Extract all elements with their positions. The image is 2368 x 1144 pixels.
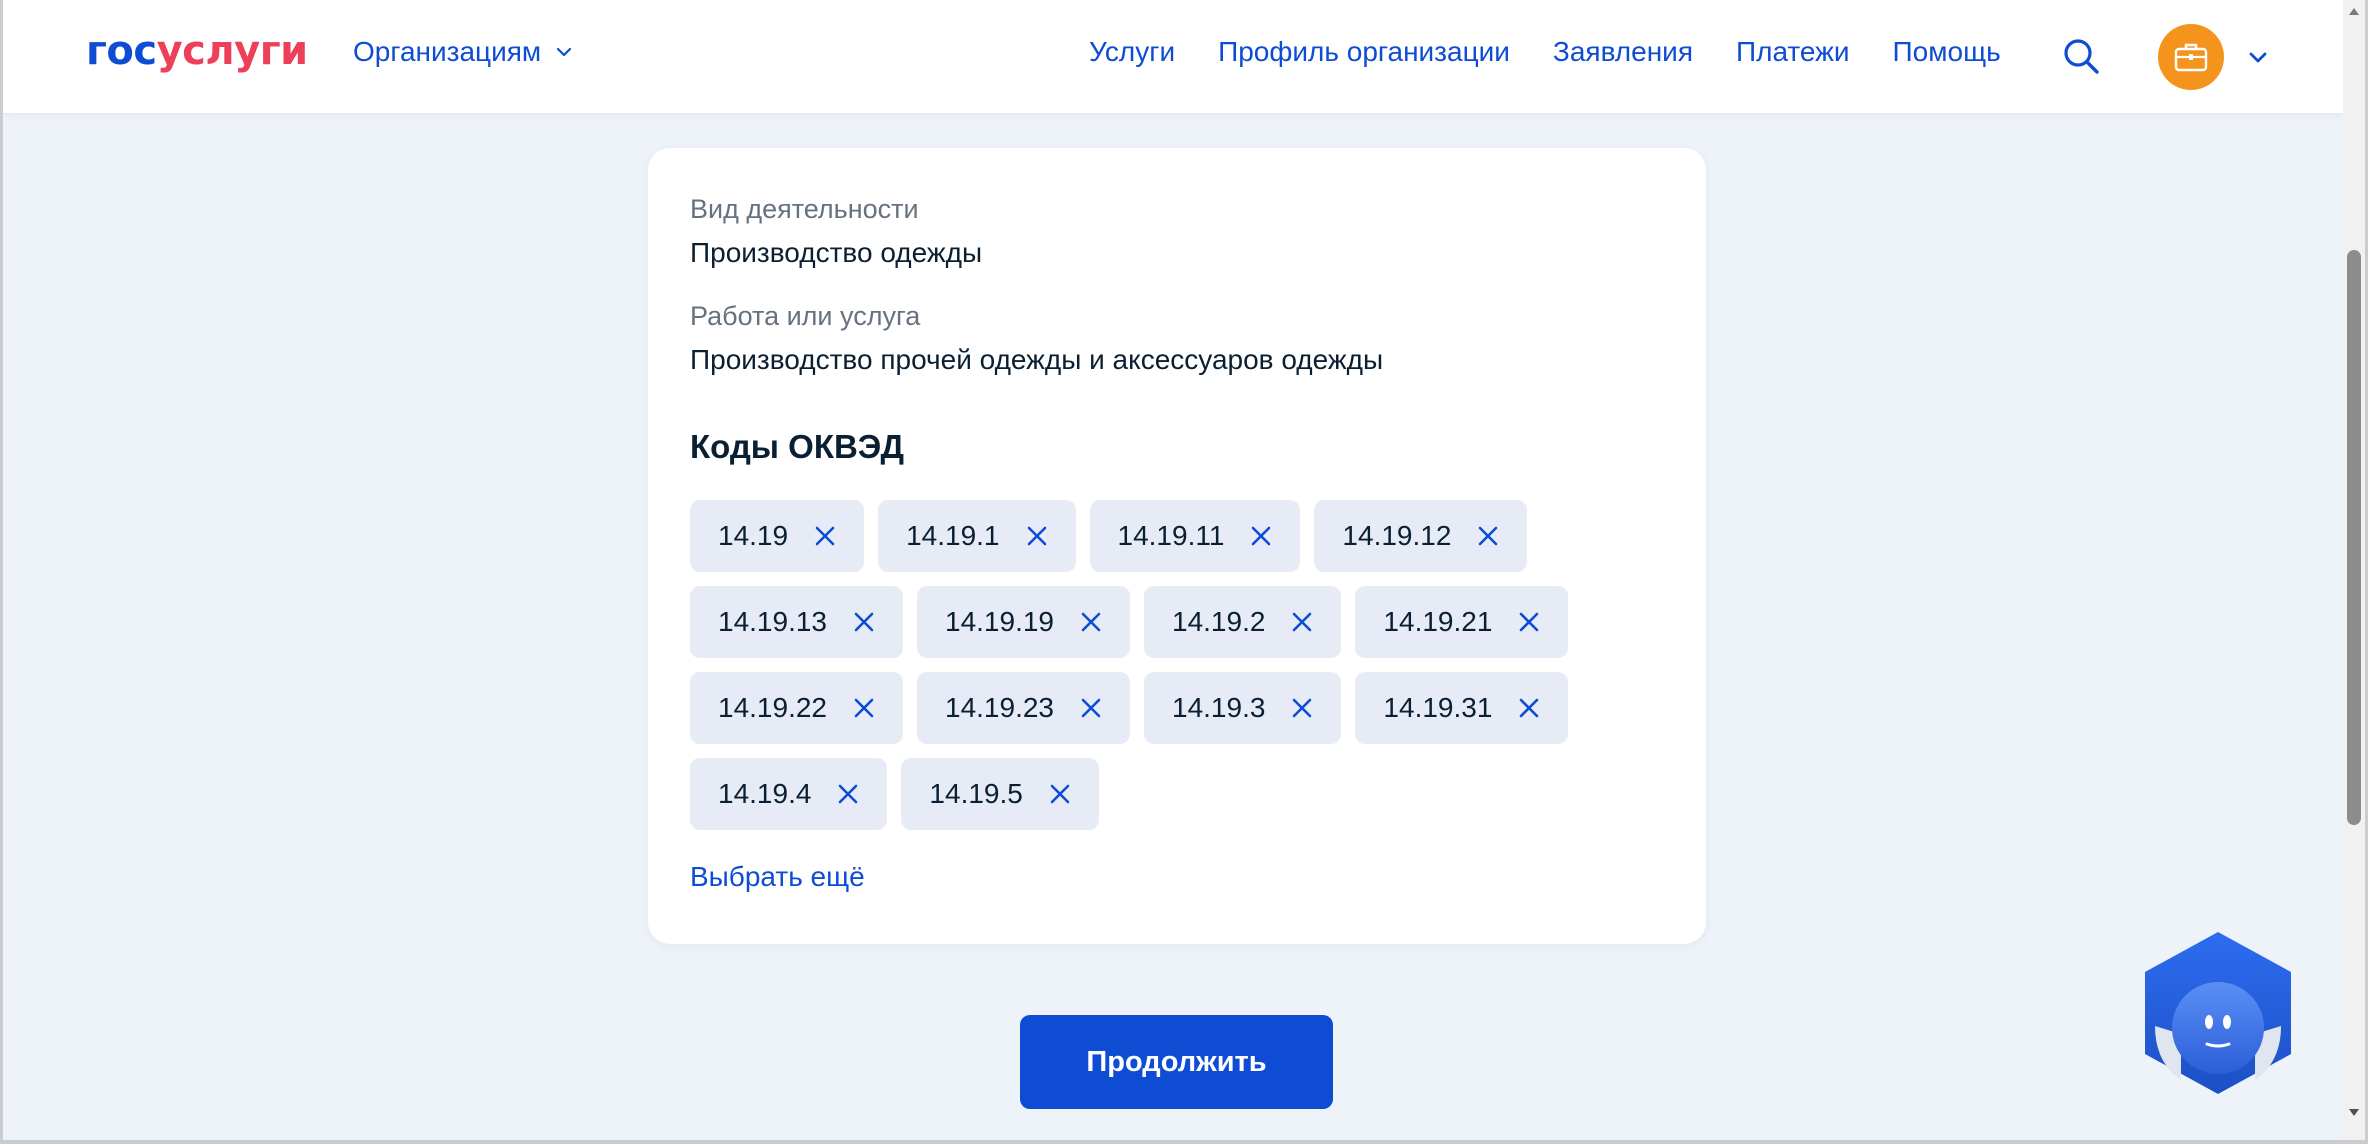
okved-title: Коды ОКВЭД [690, 428, 904, 465]
remove-chip-close-icon[interactable] [1022, 521, 1052, 551]
remove-chip-close-icon[interactable] [833, 779, 863, 809]
okved-chip: 14.19.23 [917, 672, 1130, 744]
remove-chip-close-icon[interactable] [849, 693, 879, 723]
nav-item-applications[interactable]: Заявления [1553, 36, 1693, 68]
okved-chip: 14.19.4 [690, 758, 888, 830]
okved-chip: 14.19.11 [1089, 500, 1301, 572]
site-header: госуслуги Организациям Услуги Профиль ор… [3, 0, 2343, 113]
okved-chip-label: 14.19.11 [1117, 520, 1225, 551]
chip-row: 14.19.4 14.19.5 [690, 758, 1670, 830]
okved-chip-label: 14.19.1 [906, 520, 1000, 551]
okved-chip: 14.19.22 [690, 672, 903, 744]
okved-chip-label: 14.19.21 [1383, 606, 1493, 637]
remove-chip-close-icon[interactable] [1287, 607, 1317, 637]
chip-row: 14.19.22 14.19.23 14.19.3 14.19.31 [690, 672, 1670, 744]
okved-chip-label: 14.19.13 [718, 606, 827, 637]
nav-item-org-profile[interactable]: Профиль организации [1218, 36, 1510, 68]
activity-value: Производство одежды [690, 237, 983, 268]
logo-part-gos: гос [86, 28, 157, 74]
scroll-up-arrow-icon[interactable] [2348, 6, 2360, 16]
org-avatar[interactable] [2158, 24, 2224, 90]
chevron-down-icon [557, 47, 572, 57]
scroll-down-arrow-icon[interactable] [2348, 1108, 2360, 1118]
okved-chip-label: 14.19.4 [718, 778, 812, 809]
okved-chip-label: 14.19.22 [718, 692, 827, 723]
main-nav: Услуги Профиль организации Заявления Пла… [1089, 36, 2001, 68]
chip-row: 14.19.13 14.19.19 14.19.2 14.19.21 [690, 586, 1670, 658]
nav-item-services[interactable]: Услуги [1089, 36, 1175, 68]
okved-chip-label: 14.19.31 [1383, 692, 1493, 723]
okved-chip-label: 14.19.5 [929, 778, 1023, 809]
browser-window: госуслуги Организациям Услуги Профиль ор… [0, 0, 2368, 1144]
okved-chip-label: 14.19.12 [1342, 520, 1452, 551]
briefcase-icon [2174, 43, 2208, 72]
account-chevron-down-icon[interactable] [2247, 48, 2269, 66]
select-more-link[interactable]: Выбрать ещё [690, 861, 865, 893]
service-label: Работа или услуга [690, 301, 921, 331]
okved-chip-label: 14.19.23 [945, 692, 1054, 723]
remove-chip-close-icon[interactable] [1076, 607, 1106, 637]
okved-chip-label: 14.19.19 [945, 606, 1054, 637]
nav-item-help[interactable]: Помощь [1893, 36, 2001, 68]
remove-chip-close-icon[interactable] [810, 521, 840, 551]
gosuslugi-logo[interactable]: госуслуги [86, 28, 308, 74]
remove-chip-close-icon[interactable] [1514, 607, 1544, 637]
scrollbar-thumb[interactable] [2347, 250, 2361, 825]
activity-card: Вид деятельности Производство одежды Раб… [648, 148, 1706, 944]
chip-row: 14.19 14.19.1 14.19.11 14.19.12 [690, 500, 1670, 572]
okved-chip: 14.19 [690, 500, 865, 572]
okved-chip-list: 14.19 14.19.1 14.19.11 14.19.12 14.19.13 14.1… [690, 500, 1670, 844]
remove-chip-close-icon[interactable] [849, 607, 879, 637]
search-icon[interactable] [2061, 36, 2101, 76]
okved-chip: 14.19.31 [1355, 672, 1569, 744]
organizations-menu[interactable]: Организациям [353, 36, 573, 68]
organizations-menu-label: Организациям [353, 36, 542, 67]
okved-chip: 14.19.13 [690, 586, 903, 658]
activity-label: Вид деятельности [690, 194, 919, 224]
okved-chip: 14.19.19 [917, 586, 1130, 658]
service-value: Производство прочей одежды и аксессуаров… [690, 344, 1384, 375]
okved-chip: 14.19.2 [1144, 586, 1342, 658]
okved-chip: 14.19.3 [1144, 672, 1342, 744]
okved-chip: 14.19.5 [901, 758, 1099, 830]
remove-chip-close-icon[interactable] [1246, 521, 1276, 551]
robot-assistant-icon[interactable] [2141, 930, 2295, 1096]
okved-chip-label: 14.19.2 [1172, 606, 1266, 637]
logo-part-uslugi: услуги [156, 28, 309, 74]
nav-item-payments[interactable]: Платежи [1736, 36, 1850, 68]
okved-chip: 14.19.12 [1314, 500, 1528, 572]
okved-chip-label: 14.19.3 [1172, 692, 1266, 723]
remove-chip-close-icon[interactable] [1076, 693, 1106, 723]
remove-chip-close-icon[interactable] [1514, 693, 1544, 723]
okved-chip: 14.19.21 [1355, 586, 1569, 658]
remove-chip-close-icon[interactable] [1473, 521, 1503, 551]
okved-chip-label: 14.19 [718, 520, 789, 551]
remove-chip-close-icon[interactable] [1287, 693, 1317, 723]
continue-button[interactable]: Продолжить [1020, 1015, 1333, 1109]
remove-chip-close-icon[interactable] [1045, 779, 1075, 809]
okved-chip: 14.19.1 [878, 500, 1076, 572]
vertical-scrollbar[interactable] [2343, 0, 2365, 1140]
